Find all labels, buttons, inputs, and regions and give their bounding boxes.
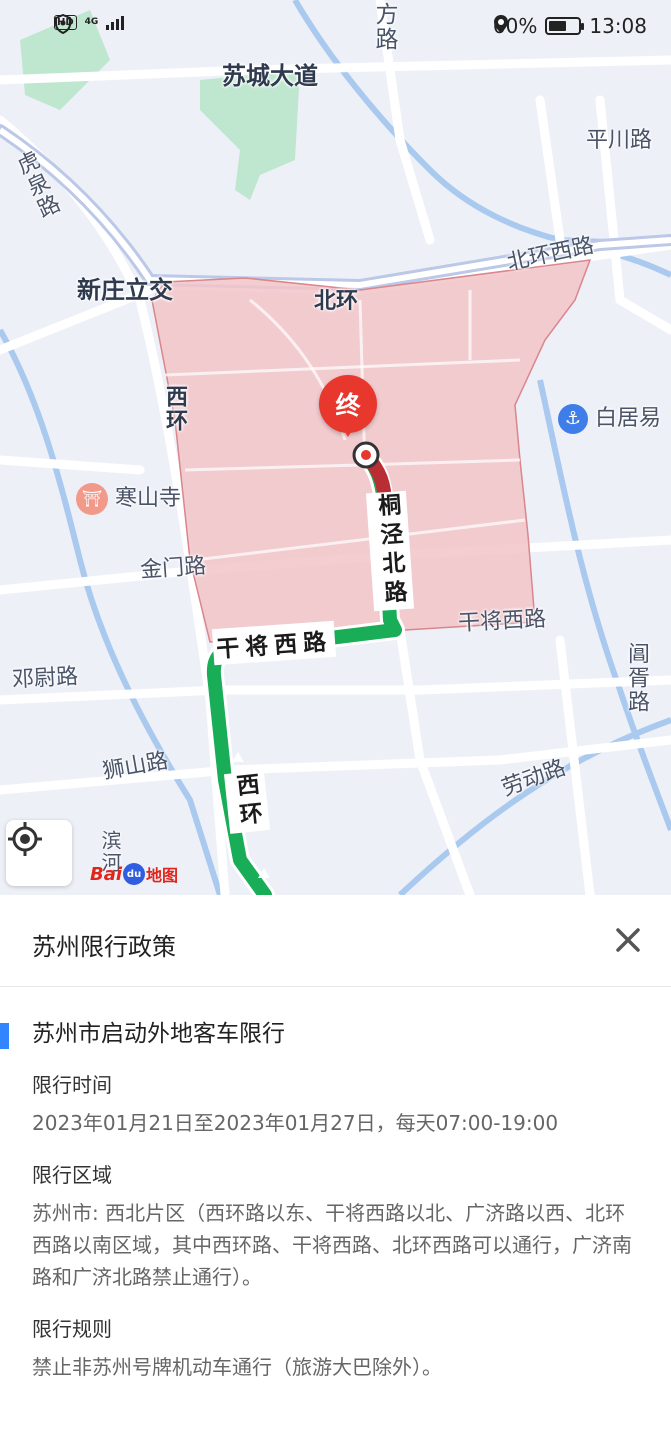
- panel-header: 苏州限行政策: [0, 895, 671, 987]
- baidu-logo-text: Bai: [90, 863, 123, 885]
- restriction-time-value: 2023年01月21日至2023年01月27日，每天07:00-19:00: [32, 1111, 559, 1135]
- poi-bai-ju-yi[interactable]: ⚓ 白居易: [558, 400, 661, 434]
- map-label-xihuan: 西环: [162, 385, 187, 433]
- map-label-xinzhuang-lijiao: 新庄立交: [77, 276, 173, 304]
- network-type-label: 4G: [84, 16, 99, 27]
- location-icon: [493, 15, 508, 33]
- map-label-changxu-lu: 阊胥路: [624, 642, 649, 714]
- baidu-logo-ditu: 地图: [146, 866, 179, 885]
- battery-fill: [549, 21, 567, 31]
- poi-label: 白居易: [595, 406, 662, 431]
- restriction-area-value: 苏州市: 西北片区（西环路以东、干将西路以北、广济路以西、北环西路以南区域，其中…: [32, 1201, 632, 1289]
- map-label-jinmen-lu: 金门路: [139, 553, 207, 584]
- restriction-area-label: 限行区域: [32, 1163, 112, 1187]
- policy-content: 苏州市启动外地客车限行 限行时间 2023年01月21日至2023年01月27日…: [0, 987, 671, 1383]
- status-time: 13:08: [589, 14, 647, 38]
- vpn-shield-icon: [55, 14, 71, 34]
- route-label-xihuan: 西环: [223, 770, 271, 834]
- anchor-icon: ⚓: [558, 404, 588, 434]
- status-bar-right: 60% 13:08: [493, 14, 647, 38]
- poi-hanshan-si[interactable]: ⛩ 寒山寺: [76, 480, 181, 515]
- close-icon: [616, 928, 640, 952]
- route-label-tongjing-beilu: 桐泾北路: [365, 490, 415, 612]
- map-label-dengwei-lu: 邓尉路: [11, 664, 79, 693]
- restriction-time-label: 限行时间: [32, 1073, 112, 1097]
- battery-icon: [545, 17, 585, 35]
- destination-dot-core: [361, 450, 371, 460]
- map-label-pingchuan-lu: 平川路: [586, 128, 653, 153]
- map-label-ganjiang-xilu: 干将西路: [457, 606, 547, 637]
- crosshair-icon: [8, 822, 42, 856]
- status-bar: HD 4G 60% 13:08: [0, 0, 671, 52]
- baidu-map-logo: Bai du 地图: [90, 862, 178, 886]
- map-label-beihuan: 北环: [314, 289, 359, 314]
- panel-title: 苏州限行政策: [32, 933, 176, 961]
- close-button[interactable]: [613, 925, 643, 955]
- map-label-sucheng-dadao: 苏城大道: [222, 62, 318, 90]
- map-view[interactable]: 方路 苏城大道 平川路 虎泉路 北环西路 新庄立交 北环 西环 ⚓ 白居易 ⛩ …: [0, 0, 671, 895]
- destination-marker[interactable]: 终: [319, 375, 377, 439]
- restriction-rule-value: 禁止非苏州号牌机动车通行（旅游大巴除外）。: [32, 1355, 442, 1379]
- restriction-rule-label: 限行规则: [32, 1317, 112, 1341]
- temple-icon: ⛩: [76, 483, 108, 515]
- restriction-policy-panel: 苏州限行政策 苏州市启动外地客车限行 限行时间 2023年01月21日至2023…: [0, 895, 671, 1453]
- policy-title: 苏州市启动外地客车限行: [32, 1021, 285, 1047]
- locate-me-button[interactable]: [6, 820, 72, 886]
- status-bar-left: HD 4G: [54, 14, 125, 34]
- destination-pin-tail: [341, 425, 355, 437]
- poi-label: 寒山寺: [115, 486, 182, 511]
- signal-icon: [106, 14, 125, 30]
- baidu-paw-icon: du: [123, 863, 146, 885]
- policy-accent-bar: [0, 1023, 9, 1049]
